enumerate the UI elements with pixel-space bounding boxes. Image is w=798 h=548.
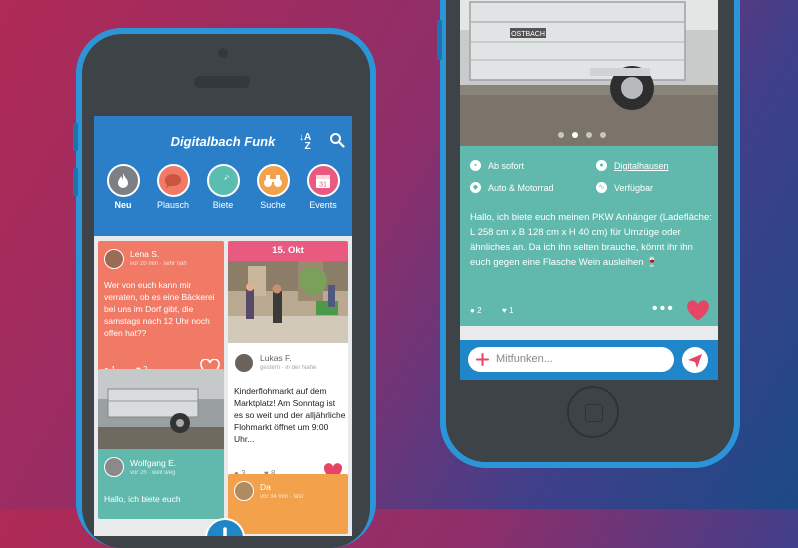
category-suche[interactable]: Suche	[249, 164, 297, 210]
calendar-icon: ▪	[470, 160, 481, 171]
feed: Lena S. vor 20 min · sehr nah Wer von eu…	[94, 236, 352, 536]
feed-screen: Digitalbach Funk ↓A Z Neu Plausch Biete …	[94, 116, 352, 536]
avatar	[104, 457, 124, 477]
category-label: Events	[309, 200, 337, 210]
trailer-photo	[98, 369, 224, 449]
comment-placeholder: Mitfunken...	[496, 353, 553, 365]
post-text: Hallo, ich biete euch	[104, 494, 181, 504]
event-card[interactable]: 15. Okt Lukas F. gestern · in der Nähe K…	[228, 241, 348, 485]
post-author: Lukas F.	[260, 353, 292, 363]
speech-bubble-icon	[156, 164, 190, 197]
page-dot[interactable]	[558, 132, 564, 138]
front-camera	[218, 48, 228, 58]
calendar-icon: 31	[306, 164, 340, 197]
search-icon[interactable]	[329, 132, 345, 148]
more-options-icon[interactable]: •••	[652, 300, 675, 318]
post-text: Wer von euch kann mir verraten, ob es ei…	[104, 280, 215, 338]
comment-divider	[460, 326, 718, 340]
trailer-photo-large: OSTBACH	[460, 0, 718, 146]
category-bar: Neu Plausch Biete Suche 31 Events	[94, 164, 352, 210]
avatar	[234, 353, 254, 373]
post-author: Lena S.	[130, 249, 160, 259]
info-location[interactable]: ● Digitalhausen	[596, 160, 669, 171]
tag-icon	[206, 164, 240, 197]
location-pin-icon: ●	[596, 160, 607, 171]
category-biete[interactable]: Biete	[199, 164, 247, 210]
plus-icon	[476, 353, 489, 366]
page-dot-active[interactable]	[572, 132, 578, 138]
event-date: 15. Okt	[228, 241, 348, 261]
detail-screen: OSTBACH ▪ Ab sofort ● Digitalhausen ◆ Auto …	[460, 0, 718, 380]
post-card-wolfgang[interactable]: Wolfgang E. vor 2h · weit weg Hallo, ich…	[98, 369, 224, 519]
post-meta: gestern · in der Nähe	[260, 365, 317, 371]
phone-side-button	[73, 168, 78, 196]
right-phone-frame: OSTBACH ▪ Ab sofort ● Digitalhausen ◆ Auto …	[437, 0, 740, 468]
post-author: Wolfgang E.	[130, 458, 177, 468]
post-card-lena[interactable]: Lena S. vor 20 min · sehr nah Wer von eu…	[98, 241, 224, 383]
phone-side-button	[73, 123, 78, 151]
info-availability: ▪ Ab sofort	[470, 160, 524, 171]
pulse-icon: ∿	[596, 182, 607, 193]
post-author: Da	[260, 482, 271, 492]
post-meta: vor 20 min · sehr nah	[130, 261, 187, 267]
comment-bar: Mitfunken...	[460, 340, 718, 380]
post-text: Kinderflohmarkt auf dem Marktplatz! Am S…	[234, 386, 346, 444]
image-pagination[interactable]	[558, 132, 606, 138]
page-dot[interactable]	[586, 132, 592, 138]
category-neu[interactable]: Neu	[99, 164, 147, 210]
category-label: Suche	[260, 200, 286, 210]
flea-market-photo	[228, 261, 348, 343]
binoculars-icon	[256, 164, 290, 197]
app-header: Digitalbach Funk ↓A Z Neu Plausch Biete …	[94, 116, 352, 236]
left-phone-frame: Digitalbach Funk ↓A Z Neu Plausch Biete …	[73, 28, 376, 548]
home-button	[567, 386, 619, 438]
category-label: Neu	[114, 200, 132, 210]
paper-plane-icon	[688, 354, 702, 368]
app-title: Digitalbach Funk	[170, 134, 276, 149]
category-label: Plausch	[156, 200, 190, 210]
phone-speaker	[194, 76, 250, 88]
send-button[interactable]	[682, 347, 708, 373]
heart-small-icon: ♥	[502, 306, 507, 315]
heart-filled-icon[interactable]	[686, 300, 710, 322]
plus-icon	[223, 527, 227, 536]
phone-side-button	[437, 20, 442, 60]
info-status: ∿ Verfügbar	[596, 182, 653, 193]
category-events[interactable]: 31 Events	[299, 164, 347, 210]
sort-az-icon[interactable]: ↓A Z	[299, 133, 311, 152]
category-plausch[interactable]: Plausch	[149, 164, 197, 210]
trailer-brand: OSTBACH	[511, 31, 545, 38]
add-post-button[interactable]	[205, 518, 245, 536]
avatar	[234, 481, 254, 501]
post-meta: vor 34 min · fast	[260, 494, 304, 500]
post-meta: vor 2h · weit weg	[130, 470, 176, 476]
like-count: ♥ 1	[502, 306, 514, 315]
post-card-partial[interactable]: Da vor 34 min · fast	[228, 474, 348, 534]
info-category: ◆ Auto & Motorrad	[470, 182, 554, 193]
page-dot[interactable]	[600, 132, 606, 138]
avatar	[104, 249, 124, 269]
calendar-day: 31	[319, 181, 327, 188]
comment-count: ● 2	[470, 306, 482, 315]
comment-icon: ●	[470, 306, 475, 315]
comment-input[interactable]: Mitfunken...	[468, 347, 674, 372]
category-label: Biete	[212, 200, 234, 210]
flame-icon	[106, 164, 140, 197]
tag-icon: ◆	[470, 182, 481, 193]
post-description: Hallo, ich biete euch meinen PKW Anhänge…	[470, 212, 712, 268]
